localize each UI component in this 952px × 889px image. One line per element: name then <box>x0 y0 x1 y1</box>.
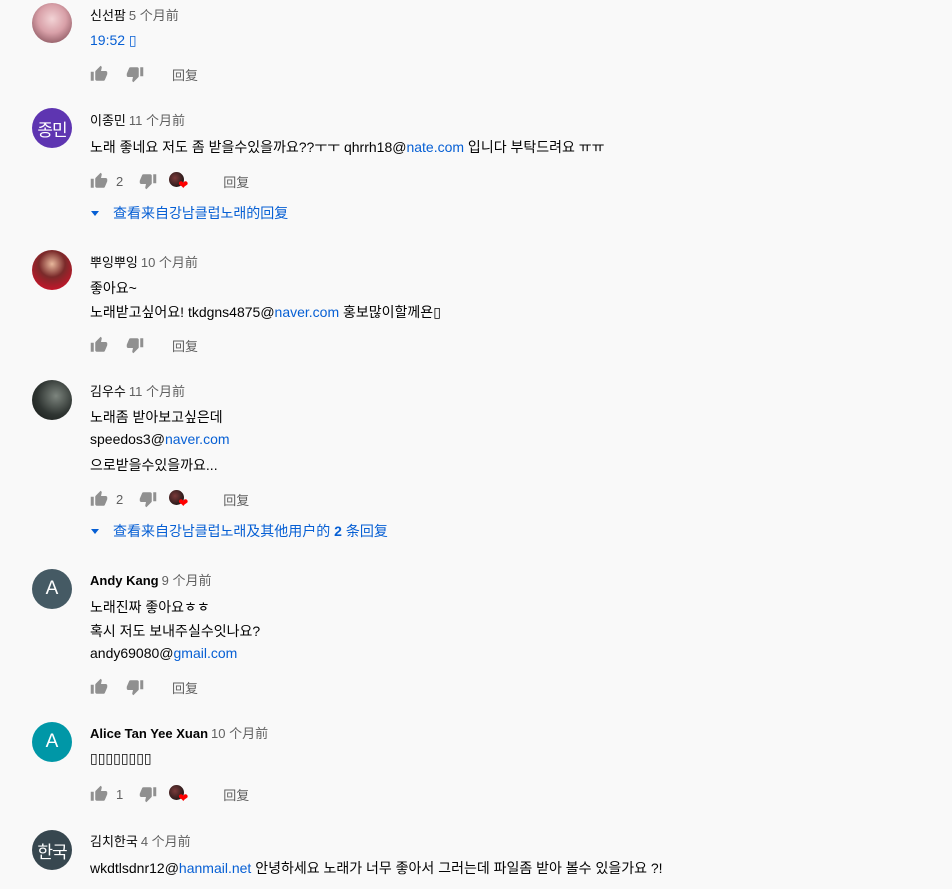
thumbs-down-icon[interactable] <box>139 490 157 508</box>
reply-button[interactable]: 回复 <box>223 172 249 191</box>
avatar[interactable] <box>32 3 72 43</box>
comment-header: 김치한국 4 个月前 <box>90 831 191 850</box>
comment-text: 노래 좋네요 저도 좀 받을수있을까요??ㅜㅜ qhrrh18@nate.com… <box>90 137 605 157</box>
comment-time[interactable]: 5 个月前 <box>129 8 179 23</box>
avatar[interactable]: A <box>32 722 72 762</box>
text-segment: wkdtlsdnr12@ <box>90 860 179 876</box>
comment-actions: 2 ❤ 回复 <box>90 487 249 511</box>
comment-actions: 回复 <box>90 62 198 86</box>
like-count: 2 <box>116 491 124 507</box>
comment-actions: 1 ❤ 回复 <box>90 782 249 806</box>
comment-actions: 回复 <box>90 333 198 357</box>
avatar-initials: A <box>45 731 59 752</box>
thumbs-up-icon[interactable] <box>90 785 108 803</box>
email-link[interactable]: hanmail.net <box>179 860 251 876</box>
thumbs-up-icon[interactable] <box>90 678 108 696</box>
thumbs-down-icon[interactable] <box>126 65 144 83</box>
author-name[interactable]: 뿌잉뿌잉 <box>90 255 138 270</box>
email-link[interactable]: nate.com <box>406 139 464 155</box>
thumbs-up-icon[interactable] <box>90 336 108 354</box>
view-replies-label: 查看来自강남클럽노래的回复 <box>113 205 289 221</box>
thumbs-down-icon[interactable] <box>126 336 144 354</box>
comment-time[interactable]: 10 个月前 <box>211 726 268 741</box>
comment-text: 노래받고싶어요! tkdgns4875@naver.com 홍보많이할께욘▯ <box>90 302 441 322</box>
reply-button[interactable]: 回复 <box>172 678 198 697</box>
view-replies-button[interactable]: 查看来自강남클럽노래及其他用户的 2 条回复 <box>90 521 388 541</box>
author-name[interactable]: Andy Kang <box>90 573 159 588</box>
reply-button[interactable]: 回复 <box>172 336 198 355</box>
comment-text: ▯▯▯▯▯▯▯▯ <box>90 750 152 766</box>
avatar[interactable] <box>32 250 72 290</box>
like-count: 1 <box>116 786 124 802</box>
reply-button[interactable]: 回复 <box>223 785 249 804</box>
comment-time[interactable]: 4 个月前 <box>141 834 191 849</box>
comment-text: wkdtlsdnr12@hanmail.net 안녕하세요 노래가 너무 좋아서… <box>90 858 663 878</box>
reply-count: 2 <box>334 523 342 539</box>
thumbs-up-icon[interactable] <box>90 172 108 190</box>
thumbs-down-icon[interactable] <box>139 172 157 190</box>
creator-heart-icon: ❤ <box>169 785 191 804</box>
comment-time[interactable]: 11 个月前 <box>129 384 185 399</box>
text-segment: 查看来自강남클럽노래及其他用户的 <box>113 523 335 539</box>
author-name[interactable]: 김우수 <box>90 384 126 399</box>
comment-header: 이종민 11 个月前 <box>90 110 185 129</box>
reply-button[interactable]: 回复 <box>172 65 198 84</box>
email-link[interactable]: naver.com <box>165 431 230 447</box>
caret-down-icon <box>91 210 99 216</box>
view-replies-button[interactable]: 查看来自강남클럽노래的回复 <box>90 203 288 223</box>
avatar[interactable]: A <box>32 569 72 609</box>
comment-header: 김우수 11 个月前 <box>90 381 185 400</box>
text-segment: 노래받고싶어요! tkdgns4875@ <box>90 304 275 320</box>
creator-heart-icon: ❤ <box>169 172 191 191</box>
caret-down-icon <box>91 528 99 534</box>
text-segment: speedos3@ <box>90 431 165 447</box>
avatar[interactable] <box>32 380 72 420</box>
avatar[interactable]: 한국 <box>32 830 72 870</box>
comment-text: speedos3@naver.com <box>90 431 230 447</box>
comment-time[interactable]: 10 个月前 <box>141 255 198 270</box>
comment-text: andy69080@gmail.com <box>90 645 237 661</box>
reply-button[interactable]: 回复 <box>223 490 249 509</box>
thumbs-down-icon[interactable] <box>126 678 144 696</box>
comment-text: 좋아요~ <box>90 280 137 296</box>
thumbs-up-icon[interactable] <box>90 490 108 508</box>
text-segment: andy69080@ <box>90 645 174 661</box>
email-link[interactable]: naver.com <box>275 304 340 320</box>
comment-text: 으로받을수있을까요... <box>90 457 218 473</box>
text-segment: 노래 좋네요 저도 좀 받을수있을까요??ㅜㅜ qhrrh18@ <box>90 139 407 155</box>
comment-actions: 回复 <box>90 675 198 699</box>
comment-actions: 2 ❤ 回复 <box>90 169 249 193</box>
avatar[interactable]: 종민 <box>32 108 72 148</box>
comment-header: 뿌잉뿌잉 10 个月前 <box>90 252 198 271</box>
author-name[interactable]: 김치한국 <box>90 834 138 849</box>
comment-text: 혹시 저도 보내주실수잇나요? <box>90 623 261 639</box>
author-name[interactable]: Alice Tan Yee Xuan <box>90 726 208 741</box>
timestamp-link[interactable]: 19:52 ▯ <box>90 32 137 48</box>
comment-text: 노래좀 받아보고싶은데 <box>90 409 223 425</box>
comment-header: 신선팜 5 个月前 <box>90 5 179 24</box>
comment-time[interactable]: 9 个月前 <box>162 573 212 588</box>
comment-text: 19:52 ▯ <box>90 32 137 49</box>
text-segment: 입니다 부탁드려요 ㅠㅠ <box>464 139 605 155</box>
comment-text: 노래진짜 좋아요ㅎㅎ <box>90 599 210 615</box>
author-name[interactable]: 신선팜 <box>90 8 126 23</box>
text-segment: 条回复 <box>341 523 388 539</box>
thumbs-up-icon[interactable] <box>90 65 108 83</box>
comment-header: Andy Kang 9 个月前 <box>90 570 211 589</box>
author-name[interactable]: 이종민 <box>90 113 126 128</box>
email-link[interactable]: gmail.com <box>174 645 238 661</box>
thumbs-down-icon[interactable] <box>139 785 157 803</box>
text-segment: 홍보많이할께욘▯ <box>339 304 441 320</box>
avatar-initials: 한국 <box>37 842 67 862</box>
comment-header: Alice Tan Yee Xuan 10 个月前 <box>90 723 268 742</box>
avatar-initials: 종민 <box>37 120 67 140</box>
view-replies-label: 查看来自강남클럽노래及其他用户的 2 条回复 <box>113 521 388 541</box>
avatar-initials: A <box>45 578 59 599</box>
like-count: 2 <box>116 173 124 189</box>
text-segment: 안녕하세요 노래가 너무 좋아서 그러는데 파일좀 받아 볼수 있을가요 ?! <box>251 860 663 876</box>
comment-time[interactable]: 11 个月前 <box>129 113 185 128</box>
creator-heart-icon: ❤ <box>169 490 191 509</box>
